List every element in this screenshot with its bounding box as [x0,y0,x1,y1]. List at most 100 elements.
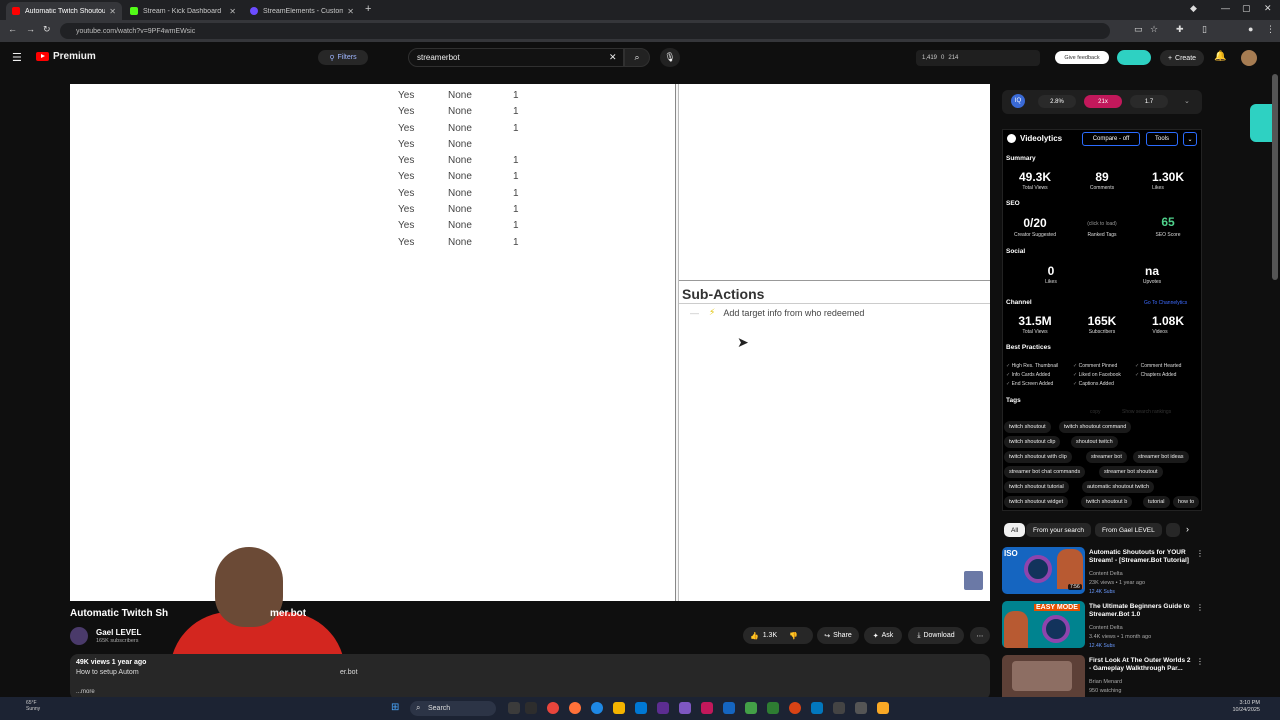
recommendation-title[interactable]: First Look At The Outer Worlds 2 - Gamep… [1089,657,1193,673]
recommendation-channel[interactable]: Content Delta [1089,625,1123,631]
account-icon[interactable]: ● [1248,24,1253,34]
recommendation-item[interactable]: ISO 7:56 Automatic Shoutouts for YOUR St… [1002,547,1204,597]
close-tab-icon[interactable]: ✕ [109,7,116,16]
recommendation-item[interactable]: First Look At The Outer Worlds 2 - Gamep… [1002,655,1202,697]
more-actions-button[interactable]: ⋯ [970,627,990,644]
description-box[interactable] [70,654,990,700]
weather-widget[interactable]: 65°F Sunny [26,700,40,712]
channel-name[interactable]: Gael LEVEL [96,628,141,637]
metric-pill-2[interactable]: 21x [1084,95,1122,108]
chevron-right-icon[interactable]: › [1186,524,1189,534]
compare-button[interactable]: Compare - off [1082,132,1140,146]
reload-icon[interactable]: ↻ [43,24,51,35]
tag-chip[interactable]: twitch shoutout clip [1004,436,1061,448]
close-window-icon[interactable]: ✕ [1264,3,1272,14]
new-tab-button[interactable]: + [365,3,371,15]
edge-icon[interactable] [591,702,603,714]
recommendation-channel[interactable]: Brian Menard [1089,679,1122,685]
recommendation-thumbnail[interactable]: ISO 7:56 [1002,547,1085,594]
tag-chip[interactable]: streamer bot shoutout [1099,466,1163,478]
ask-button[interactable]: ✦ Ask [864,627,902,644]
tag-chip[interactable]: twitch shoutout b [1081,496,1133,508]
extension-logo-icon[interactable]: IQ [1011,94,1025,108]
tags-rankings-link[interactable]: Show search rankings [1122,409,1171,415]
taskview-icon[interactable] [508,702,520,714]
maximize-icon[interactable]: ▢ [1242,3,1251,14]
user-avatar[interactable] [1241,50,1257,66]
create-button[interactable]: + Create [1160,50,1204,66]
youtube-logo[interactable]: Premium [36,51,96,62]
tag-chip[interactable]: streamer bot ideas [1133,451,1189,463]
tag-chip[interactable]: streamer bot chat commands [1004,466,1086,478]
tag-chip[interactable]: twitch shoutout tutorial [1004,481,1069,493]
search-button[interactable]: ⌕ [624,48,650,67]
search-input[interactable]: streamerbot ✕ [408,48,624,67]
browser-tab-kick[interactable]: Stream - Kick Dashboard ✕ [124,2,242,20]
tag-chip[interactable]: how to [1173,496,1200,508]
chip-from-channel[interactable]: From Gael LEVEL [1095,523,1162,537]
voice-search-button[interactable]: 🎙 [660,48,680,67]
profile-icon[interactable]: ◆ [1190,3,1197,14]
back-icon[interactable]: ← [8,24,17,34]
app-icon[interactable] [701,702,713,714]
recommendation-title[interactable]: Automatic Shoutouts for YOUR Stream! - [… [1089,549,1193,565]
tag-chip[interactable]: automatic shoutout twitch [1082,481,1155,493]
app-icon[interactable] [657,702,669,714]
address-bar[interactable]: youtube.com/watch?v=9PF4wmEWsic [60,23,1110,39]
file-explorer-icon[interactable] [613,702,625,714]
recommendation-channel[interactable]: Content Delta [1089,571,1123,577]
download-button[interactable]: ⤓ Download [908,627,964,644]
taskbar-clock[interactable]: 3:10 PM 10/24/2025 [1208,700,1260,714]
more-vertical-icon[interactable]: ⋮ [1196,603,1204,612]
channel-avatar[interactable] [70,627,88,645]
tag-chip[interactable]: twitch shoutout command [1059,421,1132,433]
app-icon[interactable] [877,702,889,714]
widgets-icon[interactable] [525,702,537,714]
recommendation-title[interactable]: The Ultimate Beginners Guide to Streamer… [1089,603,1193,619]
recommendation-item[interactable]: EASY MODE The Ultimate Beginners Guide t… [1002,601,1204,651]
page-scrollbar[interactable] [1272,74,1278,280]
sidepanel-icon[interactable]: ▯ [1202,24,1207,35]
tag-chip[interactable]: twitch shoutout [1004,421,1051,433]
firefox-icon[interactable] [569,702,581,714]
tags-copy-link[interactable]: copy [1090,409,1101,415]
chip-from-search[interactable]: From your search [1026,523,1091,537]
like-button[interactable]: 👍 1.3K 👎 [743,627,813,644]
menu-kebab-icon[interactable]: ⋮ [1266,24,1275,35]
chevron-down-icon[interactable]: ⌄ [1184,97,1190,105]
extension-toggle-button[interactable] [1117,50,1151,65]
channelytics-link[interactable]: Go To Channelytics [1144,300,1187,306]
browser-tab-streamelements[interactable]: StreamElements - Custom comm ✕ [244,2,360,20]
bookmark-star-icon[interactable]: ☆ [1150,24,1158,35]
obs-icon[interactable] [789,702,801,714]
close-tab-icon[interactable]: ✕ [229,7,236,16]
filters-button[interactable]: ⚲ Filters [318,50,368,65]
metric-pill-1[interactable]: 2.8% [1038,95,1076,108]
chip-all[interactable]: All [1004,523,1026,537]
app-icon[interactable] [833,702,845,714]
forward-icon[interactable]: → [26,24,35,34]
steam-icon[interactable] [811,702,823,714]
app-icon[interactable] [723,702,735,714]
taskbar-search[interactable]: ⌕ Search [410,701,496,716]
discord-icon[interactable] [679,702,691,714]
tag-chip[interactable]: shoutout twitch [1071,436,1118,448]
tag-chip[interactable]: twitch shoutout widget [1004,496,1069,508]
tag-chip[interactable]: twitch shoutout with clip [1004,451,1072,463]
give-feedback-button[interactable]: Give feedback [1055,51,1109,64]
extensions-icon[interactable]: ✚ [1176,24,1184,35]
panel-chevron-icon[interactable]: ⌄ [1183,132,1197,146]
more-vertical-icon[interactable]: ⋮ [1196,549,1204,558]
browser-tab-youtube[interactable]: Automatic Twitch Shoutouts Tu ✕ [6,2,122,20]
app-icon[interactable] [855,702,867,714]
video-player[interactable]: Yes None 1 Yes None 1 Yes None 1 Yes None Yes None 1 Y… [70,84,990,601]
app-icon[interactable] [745,702,757,714]
app-icon[interactable] [767,702,779,714]
tag-chip[interactable]: streamer bot [1086,451,1127,463]
hamburger-menu-icon[interactable]: ☰ [12,51,22,64]
more-vertical-icon[interactable]: ⋮ [1196,657,1202,666]
chip-overflow[interactable] [1166,523,1180,537]
notifications-bell-icon[interactable]: 🔔 [1214,51,1226,62]
recommendation-thumbnail[interactable]: EASY MODE [1002,601,1085,648]
description-more-link[interactable]: ...more [76,689,95,695]
